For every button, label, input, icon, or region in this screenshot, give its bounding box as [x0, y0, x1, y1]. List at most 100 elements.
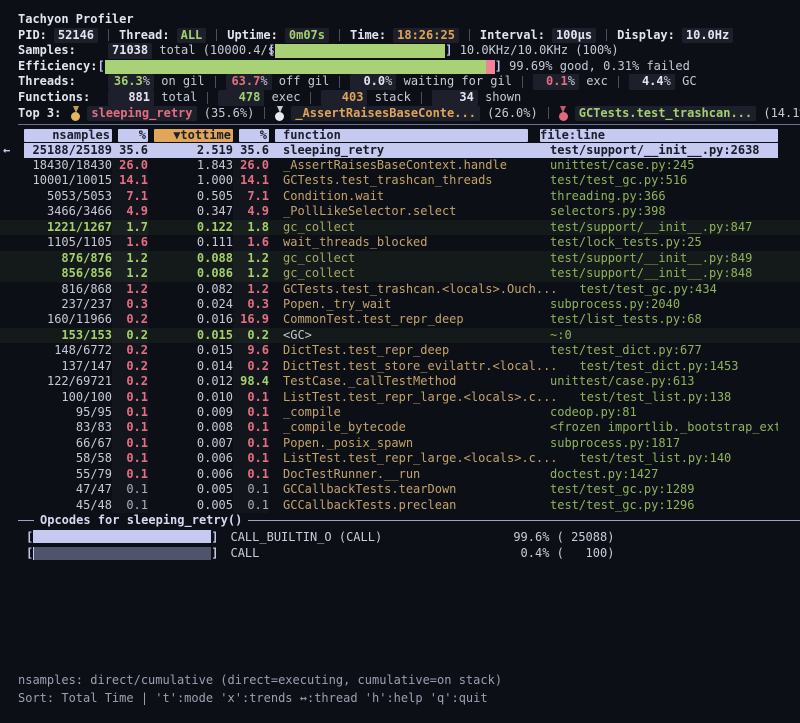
table-row-cells[interactable]: 18430/18430 26.0 1.843 26.0 _AssertRaise…	[24, 158, 778, 173]
cell-file-line: test/support/__init__.py:847	[528, 220, 778, 235]
cell-nsamples: 5053/5053	[24, 189, 112, 204]
table-row: ← 66/67 0.1 0.007 0.1 Popen._posix_spawn…	[0, 436, 800, 451]
footer-keybindings: Sort: Total Time | 't':mode 'x':trends ↔…	[0, 690, 800, 708]
stat-label: Thread:	[119, 28, 170, 44]
column-header-nsamples[interactable]: nsamples	[24, 129, 112, 143]
cell-nsamples: 137/147	[24, 359, 112, 374]
samples-total-value: 71038	[112, 43, 148, 57]
metric-chip: 36.3%	[108, 74, 154, 90]
table-row-cells[interactable]: 3466/3466 4.9 0.347 4.9 _PollLikeSelecto…	[24, 204, 778, 219]
cell-function: GCCallbackTests.tearDown	[269, 482, 528, 497]
table-row: ← 1221/1267 1.7 0.122 1.8 gc_collect tes…	[0, 220, 800, 235]
samples-total-chip: 71038	[108, 43, 152, 59]
separator	[606, 29, 607, 41]
cell-percent-cumulative: 0.1	[233, 498, 269, 513]
cell-function: ListTest.test_repr_large.<locals>.c...	[269, 451, 558, 466]
cell-file-line: test/list_tests.py:68	[528, 312, 778, 327]
table-row-cells[interactable]: 876/876 1.2 0.088 1.2 gc_collect test/su…	[24, 251, 778, 266]
column-header-tottime[interactable]: ▼tottime	[148, 129, 233, 143]
table-row-cells[interactable]: 10001/10015 14.1 1.000 14.1 GCTests.test…	[24, 173, 778, 188]
top-function-item[interactable]: _AssertRaisesBaseConte... (26.0%)	[275, 106, 537, 122]
stat-item: Display:10.0Hz	[617, 28, 733, 44]
table-row: ← 1105/1105 1.6 0.111 1.6 wait_threads_b…	[0, 235, 800, 250]
table-row: ← 160/11966 0.2 0.016 16.9 CommonTest.te…	[0, 312, 800, 327]
column-header-percent-direct[interactable]: %	[112, 129, 148, 143]
table-row-cells[interactable]: 816/868 1.2 0.082 1.2 GCTests.test_trash…	[24, 282, 800, 297]
table-row: ← 237/237 0.3 0.024 0.3 Popen._try_wait …	[0, 297, 800, 312]
table-row-cells[interactable]: 66/67 0.1 0.007 0.1 Popen._posix_spawn s…	[24, 436, 778, 451]
cell-file-line: test/support/__init__.py:849	[528, 251, 778, 266]
cell-percent-cumulative: 16.9	[233, 312, 269, 327]
cell-percent-cumulative: 1.2	[233, 251, 269, 266]
stat-value: 18:26:25	[397, 28, 455, 42]
table-row: ← 95/95 0.1 0.009 0.1 _compile codeop.py…	[0, 405, 800, 420]
column-header-function[interactable]: function	[269, 129, 528, 143]
cell-tottime: 0.082	[148, 282, 233, 297]
cell-function: GCTests.test_trashcan_threads	[269, 173, 528, 188]
cell-file-line: threading.py:366	[528, 189, 778, 204]
cell-percent-direct: 0.2	[112, 374, 148, 389]
cell-percent-direct: 0.2	[112, 328, 148, 343]
cell-nsamples: 122/69721	[24, 374, 112, 389]
top-function-percent: (14.1%)	[756, 106, 800, 122]
cell-file-line: test/test_gc.py:1296	[528, 498, 778, 513]
efficiency-line: Efficiency: 99.69% good, 0.31% failed	[0, 59, 800, 75]
metric-item: 36.3% on gil	[108, 74, 205, 90]
cell-percent-direct: 0.1	[112, 436, 148, 451]
table-row: ← 25188/25189 35.6 2.519 35.6 sleeping_r…	[0, 143, 800, 158]
cell-nsamples: 45/48	[24, 498, 112, 513]
cell-tottime: 0.014	[148, 359, 233, 374]
table-row-cells[interactable]: 122/69721 0.2 0.012 98.4 TestCase._callT…	[24, 374, 778, 389]
column-header-percent-cumulative[interactable]: %	[233, 129, 269, 143]
cell-file-line: test/lock_tests.py:25	[528, 235, 778, 250]
empty-area	[0, 562, 800, 672]
stat-label: Interval:	[480, 28, 545, 44]
table-row-cells[interactable]: 95/95 0.1 0.009 0.1 _compile codeop.py:8…	[24, 405, 778, 420]
opcode-name: CALL	[218, 546, 454, 560]
top-function-item[interactable]: GCTests.test_trashcan... (14.1%)	[559, 106, 800, 122]
opcode-row: CALL_BUILTIN_O (CALL) 99.6% ( 25088)	[0, 529, 800, 546]
separator	[522, 76, 523, 88]
top-function-item[interactable]: sleeping_retry (35.6%)	[71, 106, 254, 122]
table-row-cells[interactable]: 45/48 0.1 0.005 0.1 GCCallbackTests.prec…	[24, 498, 778, 513]
table-row-cells[interactable]: 83/83 0.1 0.008 0.1 _compile_bytecode <f…	[24, 420, 778, 435]
table-row-cells[interactable]: 160/11966 0.2 0.016 16.9 CommonTest.test…	[24, 312, 778, 327]
table-row-cells[interactable]: 100/100 0.1 0.010 0.1 ListTest.test_repr…	[24, 390, 800, 405]
stat-value: 100µs	[556, 28, 592, 42]
cell-percent-cumulative: 0.1	[233, 436, 269, 451]
cell-percent-direct: 0.2	[112, 312, 148, 327]
cell-percent-cumulative: 1.2	[233, 266, 269, 281]
table-row-cells[interactable]: 5053/5053 7.1 0.505 7.1 Condition.wait t…	[24, 189, 778, 204]
cell-tottime: 0.006	[148, 467, 233, 482]
page-title: Tachyon Profiler	[0, 12, 800, 28]
metric-rest: exc	[579, 74, 608, 90]
profiler-screen: Tachyon Profiler PID:52146 Thread:ALL Up…	[0, 0, 800, 723]
table-row-cells[interactable]: 55/79 0.1 0.006 0.1 DocTestRunner.__run …	[24, 467, 778, 482]
metric-chip: 63.7%	[226, 74, 272, 90]
cell-percent-direct: 0.1	[112, 498, 148, 513]
table-row-cells[interactable]: 1221/1267 1.7 0.122 1.8 gc_collect test/…	[24, 220, 778, 235]
cell-percent-cumulative: 7.1	[233, 189, 269, 204]
header-separator	[18, 124, 800, 125]
metric-value: 881	[128, 90, 150, 104]
metric-rest: off gil	[272, 74, 330, 90]
table-row-cells[interactable]: 856/856 1.2 0.086 1.2 gc_collect test/su…	[24, 266, 778, 281]
top-function-percent: (26.0%)	[480, 106, 538, 122]
table-row-cells[interactable]: 237/237 0.3 0.024 0.3 Popen._try_wait su…	[24, 297, 778, 312]
table-row-cells[interactable]: 25188/25189 35.6 2.519 35.6 sleeping_ret…	[24, 143, 778, 158]
selection-arrow-icon: ←	[3, 143, 10, 157]
cell-tottime: 0.122	[148, 220, 233, 235]
table-row-cells[interactable]: 137/147 0.2 0.014 0.2 DictTest.test_stor…	[24, 359, 800, 374]
cell-file-line: test/test_gc.py:516	[528, 173, 778, 188]
opcode-rows: CALL_BUILTIN_O (CALL) 99.6% ( 25088) CAL…	[0, 529, 800, 562]
table-row-cells[interactable]: 153/153 0.2 0.015 0.2 <GC> ~:0	[24, 328, 778, 343]
table-row-cells[interactable]: 148/6772 0.2 0.015 9.6 DictTest.test_rep…	[24, 343, 778, 358]
table-row-cells[interactable]: 1105/1105 1.6 0.111 1.6 wait_threads_blo…	[24, 235, 778, 250]
column-header-file-line[interactable]: file:line	[528, 129, 778, 143]
table-row-cells[interactable]: 47/47 0.1 0.005 0.1 GCCallbackTests.tear…	[24, 482, 778, 497]
metric-item: 34 shown	[432, 90, 521, 106]
table-row: ← 3466/3466 4.9 0.347 4.9 _PollLikeSelec…	[0, 204, 800, 219]
table-header-row: nsamples % ▼tottime % function file:line	[0, 127, 800, 142]
table-row-cells[interactable]: 58/58 0.1 0.006 0.1 ListTest.test_repr_l…	[24, 451, 800, 466]
cell-percent-direct: 0.3	[112, 297, 148, 312]
